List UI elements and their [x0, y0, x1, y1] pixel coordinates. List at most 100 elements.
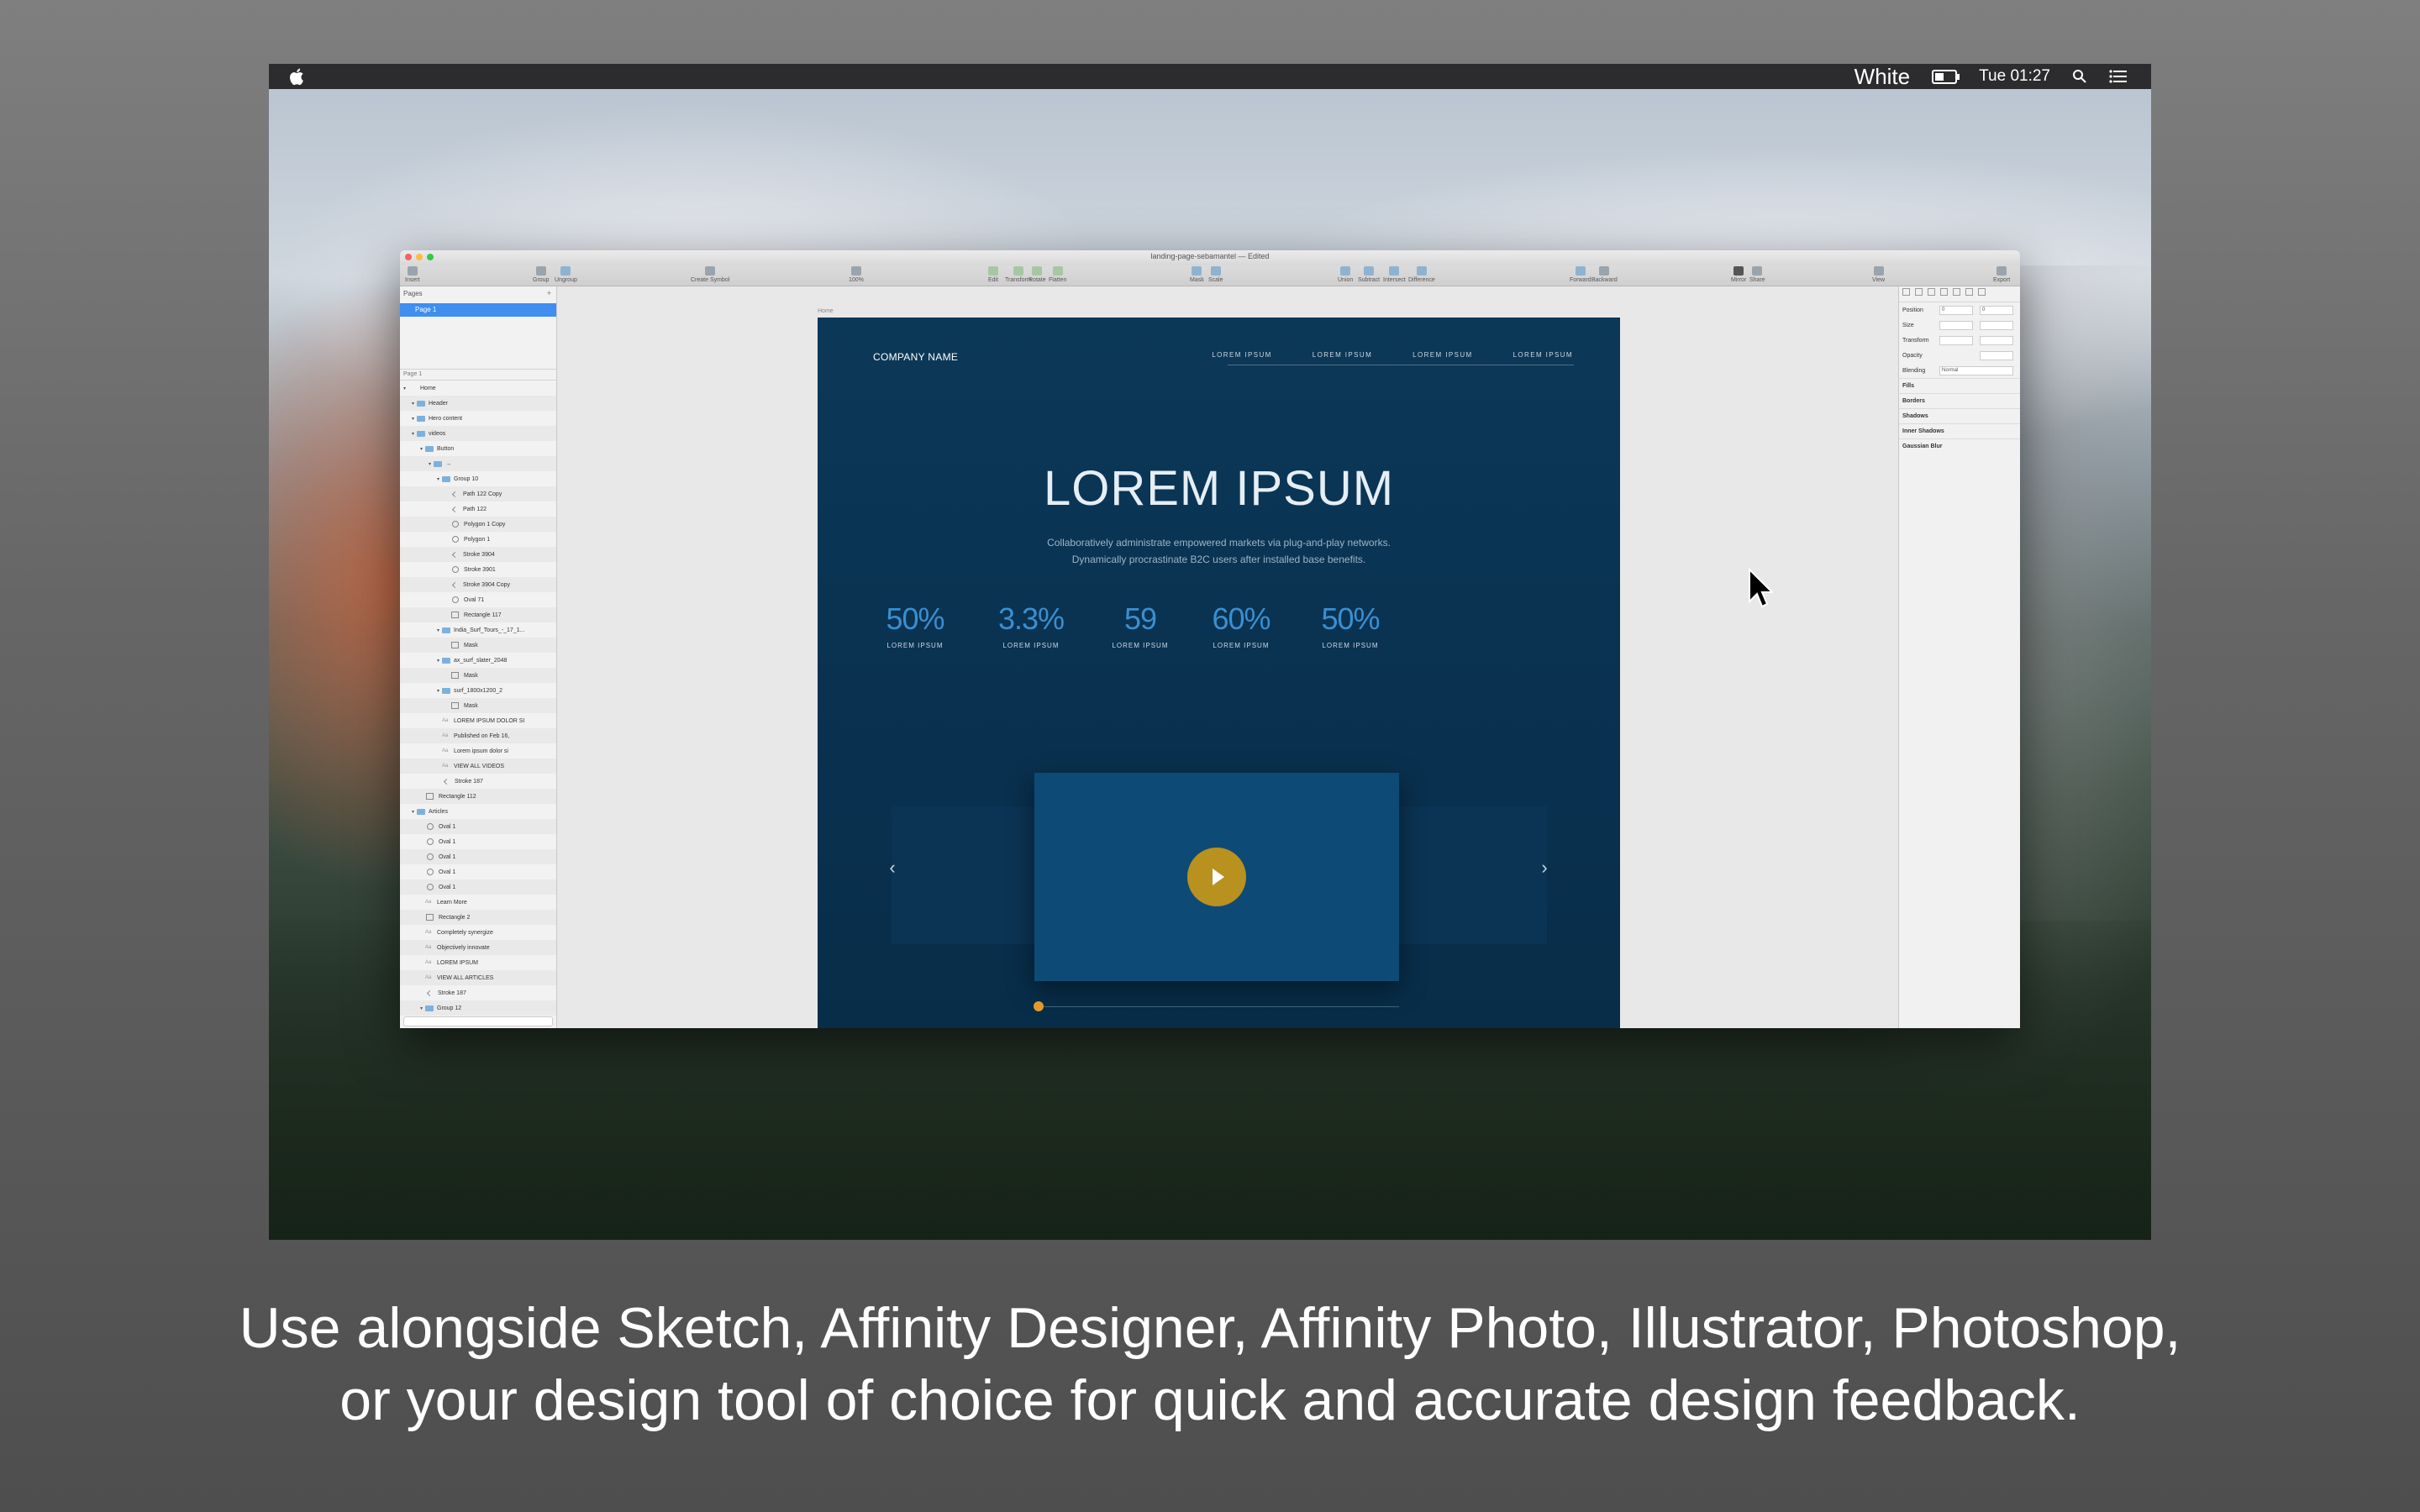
layer-row[interactable]: Rectangle 117 — [400, 607, 556, 622]
mask-button[interactable]: Mask — [1190, 266, 1204, 283]
layer-row[interactable]: Oval 1 — [400, 864, 556, 879]
battery-icon[interactable] — [1932, 69, 1960, 84]
layer-row[interactable]: ▾ surf_1800x1200_2 — [400, 683, 556, 698]
company-name[interactable]: COMPANY NAME — [873, 351, 958, 363]
stat-item[interactable]: 50% LOREM IPSUM — [873, 601, 957, 649]
layer-row[interactable]: Mask — [400, 638, 556, 653]
share-button[interactable]: Share — [1749, 266, 1765, 283]
layer-row[interactable]: Oval 71 — [400, 592, 556, 607]
subtract-button[interactable]: Subtract — [1358, 266, 1380, 283]
layer-row[interactable]: Aa LOREM IPSUM — [400, 955, 556, 970]
intersect-button[interactable]: Intersect — [1383, 266, 1406, 283]
align-middle-icon[interactable] — [1953, 288, 1960, 296]
layer-row[interactable]: ▾ Header — [400, 396, 556, 411]
nav-link[interactable]: LOREM IPSUM — [1313, 351, 1372, 359]
align-center-icon[interactable] — [1915, 288, 1923, 296]
layer-row[interactable]: Rectangle 112 — [400, 789, 556, 804]
union-button[interactable]: Union — [1338, 266, 1353, 283]
layer-row[interactable]: Path 122 Copy — [400, 486, 556, 501]
rotate-input[interactable] — [1939, 336, 1973, 345]
app-status-title[interactable]: White — [1854, 64, 1910, 90]
mirror-button[interactable]: Mirror — [1731, 266, 1746, 283]
insert-button[interactable]: Insert — [405, 266, 420, 283]
video-progress-handle[interactable] — [1034, 1001, 1044, 1011]
stat-item[interactable]: 60% LOREM IPSUM — [1199, 601, 1283, 649]
video-card[interactable] — [1034, 773, 1399, 981]
notification-center-icon[interactable] — [2109, 70, 2128, 83]
align-right-icon[interactable] — [1928, 288, 1935, 296]
flip-control[interactable] — [1980, 336, 2013, 345]
layer-row[interactable]: Mask — [400, 668, 556, 683]
inner-shadows-section[interactable]: Inner Shadows — [1899, 423, 2020, 438]
create-symbol-button[interactable]: Create Symbol — [691, 266, 729, 283]
page-item-page-1[interactable]: Page 1 — [400, 303, 556, 317]
layer-row[interactable]: Polygon 1 — [400, 532, 556, 547]
spotlight-search-icon[interactable] — [2072, 69, 2087, 84]
layer-row[interactable]: ▾ Button — [400, 441, 556, 456]
layer-row[interactable]: Oval 1 — [400, 834, 556, 849]
height-input[interactable] — [1980, 321, 2013, 330]
layer-row[interactable]: Aa Completely synergize — [400, 925, 556, 940]
layer-row[interactable]: Rectangle 2 — [400, 910, 556, 925]
layer-row[interactable]: Oval 1 — [400, 879, 556, 895]
apple-menu-icon[interactable] — [289, 66, 306, 87]
play-button-icon[interactable] — [1187, 848, 1246, 906]
layer-row[interactable]: ▾ India_Surf_Tours_-_17_1... — [400, 622, 556, 638]
layer-row[interactable]: ▾ → — [400, 456, 556, 471]
layer-row[interactable]: Stroke 3904 — [400, 547, 556, 562]
artboard-label[interactable]: Home — [818, 308, 834, 314]
nav-link[interactable]: LOREM IPSUM — [1413, 351, 1472, 359]
layer-row[interactable]: Stroke 187 — [400, 774, 556, 789]
layer-row[interactable]: Oval 1 — [400, 819, 556, 834]
layer-row[interactable]: Aa Objectively innovate — [400, 940, 556, 955]
zoom-control[interactable]: 100% — [849, 266, 864, 283]
stat-item[interactable]: 3.3% LOREM IPSUM — [989, 601, 1073, 649]
layer-row[interactable]: Polygon 1 Copy — [400, 517, 556, 532]
layer-row[interactable]: Aa Lorem ipsum dolor si — [400, 743, 556, 759]
fills-section[interactable]: Fills — [1899, 378, 2020, 393]
blending-select[interactable]: Normal — [1939, 366, 2013, 375]
gaussian-blur-section[interactable]: Gaussian Blur — [1899, 438, 2020, 454]
add-page-icon[interactable]: + — [547, 289, 551, 297]
layer-row[interactable]: Stroke 3901 — [400, 562, 556, 577]
ungroup-button[interactable]: Ungroup — [555, 266, 577, 283]
layer-row[interactable]: Aa LOREM IPSUM DOLOR SI — [400, 713, 556, 728]
layer-row[interactable]: Mask — [400, 698, 556, 713]
layer-row[interactable]: ▾ ax_surf_slater_2048 — [400, 653, 556, 668]
export-button[interactable]: Export — [1993, 266, 2010, 283]
difference-button[interactable]: Difference — [1408, 266, 1435, 283]
clock[interactable]: Tue 01:27 — [1979, 67, 2050, 86]
carousel-prev-icon[interactable]: ‹ — [880, 855, 905, 880]
layer-row[interactable]: ▾ Group 10 — [400, 471, 556, 486]
canvas[interactable]: Home COMPANY NAME LOREM IPSUM LOREM IPSU… — [557, 286, 1898, 1028]
view-button[interactable]: View — [1872, 266, 1885, 283]
layer-row[interactable]: Path 122 — [400, 501, 556, 517]
nav-link[interactable]: LOREM IPSUM — [1513, 351, 1573, 359]
hero-subtitle[interactable]: Collaboratively administrate empowered m… — [818, 534, 1620, 568]
layer-row[interactable]: Oval 1 — [400, 849, 556, 864]
forward-button[interactable]: Forward — [1570, 266, 1591, 283]
nav-link[interactable]: LOREM IPSUM — [1212, 351, 1271, 359]
hero-title[interactable]: LOREM IPSUM — [818, 460, 1620, 517]
layer-filter-input[interactable] — [403, 1016, 553, 1026]
align-bottom-icon[interactable] — [1965, 288, 1973, 296]
position-x-input[interactable]: 0 — [1939, 306, 1973, 315]
opacity-input[interactable] — [1980, 351, 2013, 360]
carousel-next-icon[interactable]: › — [1532, 855, 1557, 880]
align-top-icon[interactable] — [1940, 288, 1948, 296]
layer-row[interactable]: Aa VIEW ALL ARTICLES — [400, 970, 556, 985]
layer-row[interactable]: ▾ videos — [400, 426, 556, 441]
borders-section[interactable]: Borders — [1899, 393, 2020, 408]
align-left-icon[interactable] — [1902, 288, 1910, 296]
layer-row[interactable]: Aa Published on Feb 16, — [400, 728, 556, 743]
layer-row[interactable]: ▾ Home — [400, 381, 556, 396]
video-progress-track[interactable] — [1041, 1006, 1399, 1007]
layer-row[interactable]: Aa Learn More — [400, 895, 556, 910]
distribute-icon[interactable] — [1978, 288, 1986, 296]
shadows-section[interactable]: Shadows — [1899, 408, 2020, 423]
rotate-button[interactable]: Rotate — [1028, 266, 1046, 283]
transform-button[interactable]: Transform — [1005, 266, 1032, 283]
group-button[interactable]: Group — [533, 266, 549, 283]
backward-button[interactable]: Backward — [1591, 266, 1618, 283]
layer-row[interactable]: ▾ Group 12 — [400, 1000, 556, 1016]
